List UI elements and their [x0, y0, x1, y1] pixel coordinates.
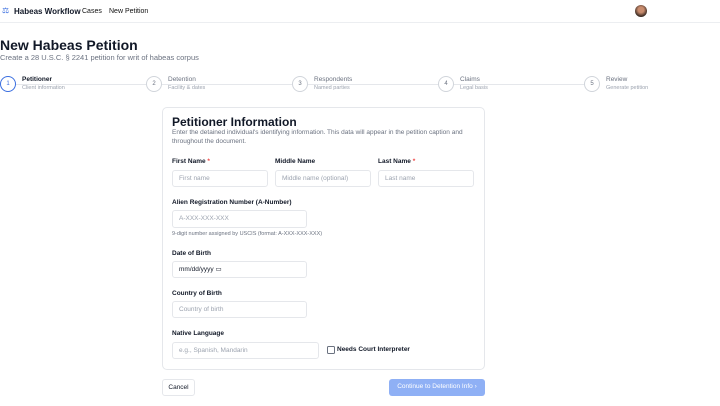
- card-description: Enter the detained individual's identify…: [172, 129, 463, 145]
- step-5-desc: Generate petition: [606, 85, 649, 91]
- middle-name-label: Middle Name: [275, 158, 316, 165]
- cancel-button[interactable]: Cancel: [162, 379, 195, 396]
- last-name-input[interactable]: Last name: [378, 170, 474, 187]
- first-name-label: First Name *: [172, 158, 210, 165]
- continue-button[interactable]: Continue to Detention Info ›: [389, 379, 485, 396]
- step-4-circle[interactable]: 4: [438, 76, 454, 92]
- dob-label: Date of Birth: [172, 250, 211, 257]
- step-5-title: Review: [606, 76, 628, 83]
- step-3-title: Respondents: [314, 76, 353, 83]
- interpreter-label[interactable]: Needs Court Interpreter: [337, 346, 410, 353]
- step-1-desc: Client information: [22, 85, 65, 91]
- scales-logo-icon: ⚖: [2, 6, 10, 15]
- step-5-circle[interactable]: 5: [584, 76, 600, 92]
- language-label: Native Language: [172, 330, 225, 337]
- step-2-circle[interactable]: 2: [146, 76, 162, 92]
- first-name-input[interactable]: First name: [172, 170, 268, 187]
- brand-name[interactable]: Habeas Workflow: [14, 7, 81, 16]
- calendar-icon[interactable]: ▭: [215, 266, 221, 273]
- step-2-title: Detention: [168, 76, 196, 83]
- step-3-circle[interactable]: 3: [292, 76, 308, 92]
- last-name-label: Last Name *: [378, 158, 416, 165]
- step-3-desc: Named parties: [314, 85, 350, 91]
- country-input[interactable]: Country of birth: [172, 301, 307, 318]
- a-number-hint: 9-digit number assigned by USCIS (format…: [172, 231, 323, 237]
- interpreter-checkbox[interactable]: [327, 346, 335, 354]
- language-input[interactable]: e.g., Spanish, Mandarin: [172, 342, 319, 359]
- page-title: New Habeas Petition: [0, 37, 138, 53]
- chevron-right-icon: ›: [474, 383, 477, 390]
- page-subtitle: Create a 28 U.S.C. § 2241 petition for w…: [0, 53, 199, 62]
- country-label: Country of Birth: [172, 290, 222, 297]
- nav-new-petition[interactable]: New Petition: [109, 8, 148, 15]
- step-1-circle[interactable]: 1: [0, 76, 16, 92]
- step-4-title: Claims: [460, 76, 480, 83]
- step-1-title: Petitioner: [22, 76, 52, 83]
- top-nav: [0, 0, 720, 23]
- a-number-label: Alien Registration Number (A-Number): [172, 199, 292, 206]
- step-2-desc: Facility & dates: [168, 85, 206, 91]
- dob-input[interactable]: mm/dd/yyyy ▭: [172, 261, 307, 278]
- nav-cases[interactable]: Cases: [82, 8, 102, 15]
- card-title: Petitioner Information: [172, 115, 297, 129]
- avatar[interactable]: [635, 5, 647, 17]
- step-4-desc: Legal basis: [460, 85, 488, 91]
- middle-name-input[interactable]: Middle name (optional): [275, 170, 371, 187]
- a-number-input[interactable]: A-XXX-XXX-XXX: [172, 210, 307, 228]
